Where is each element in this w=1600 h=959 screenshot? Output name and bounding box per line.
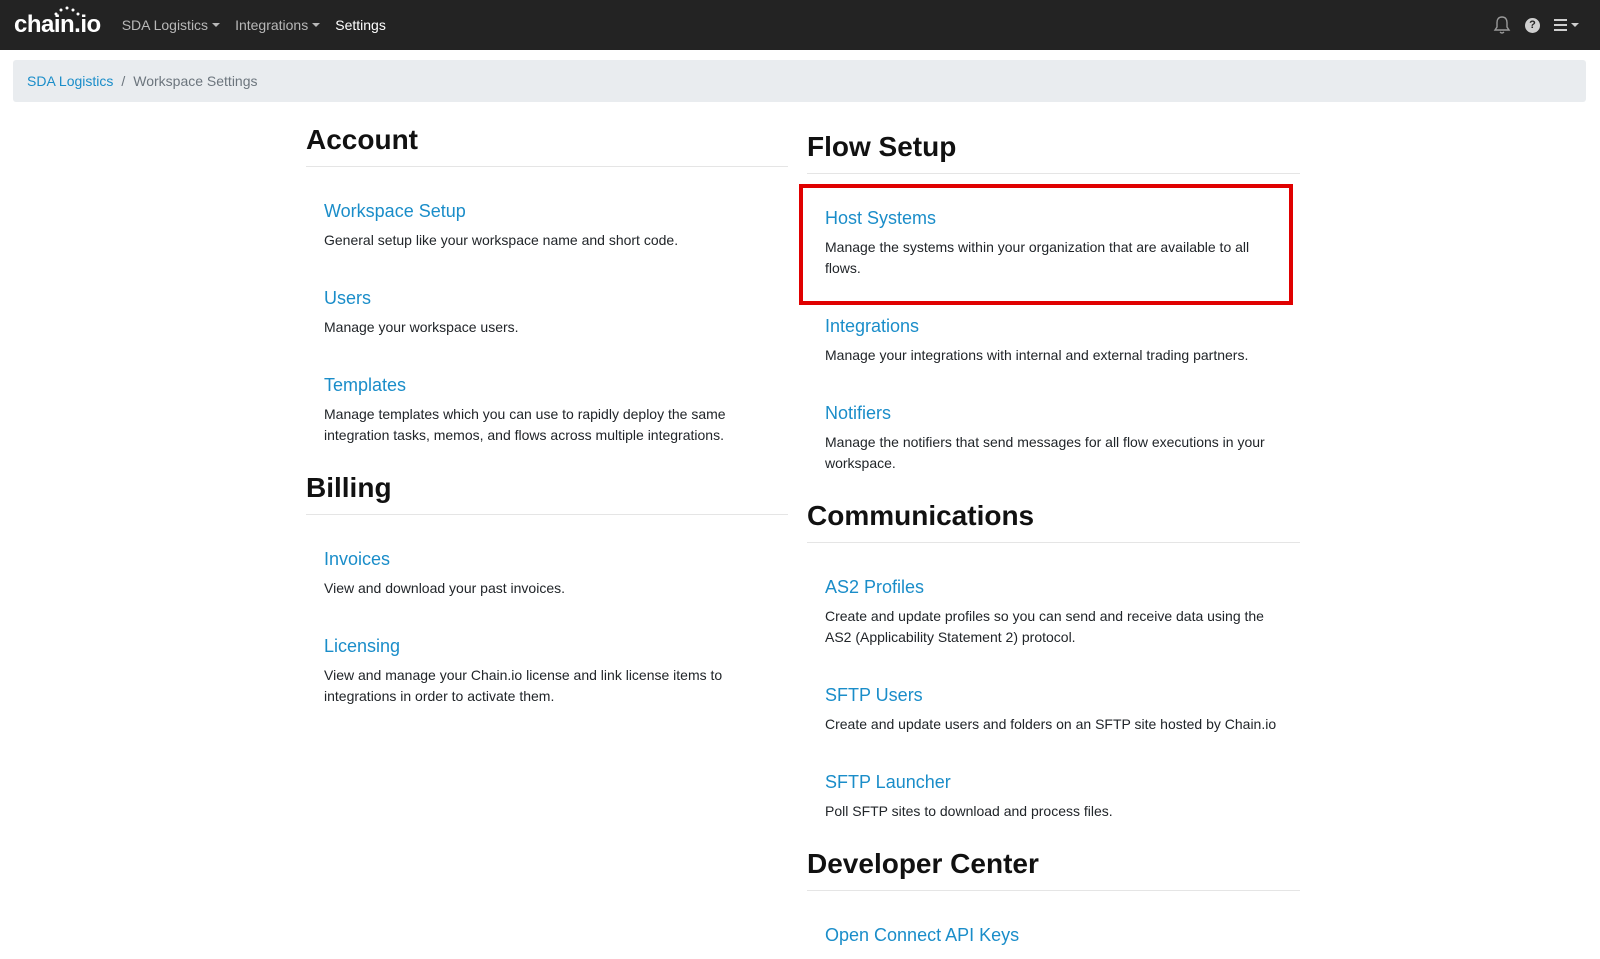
invoices-description: View and download your past invoices. bbox=[324, 580, 566, 596]
breadcrumb: SDA Logistics / Workspace Settings bbox=[13, 60, 1586, 102]
section-title-billing: Billing bbox=[306, 472, 788, 515]
nav-menu: SDA Logistics Integrations Settings bbox=[122, 17, 401, 33]
workspace-setup-description: General setup like your workspace name a… bbox=[324, 232, 679, 248]
templates-link[interactable]: Templates bbox=[324, 375, 770, 396]
breadcrumb-separator: / bbox=[121, 73, 126, 89]
sftp-users-link[interactable]: SFTP Users bbox=[825, 685, 1282, 706]
brand-logo[interactable]: chain.io bbox=[14, 6, 101, 37]
settings-item-notifiers: Notifiers Manage the notifiers that send… bbox=[807, 403, 1300, 474]
breadcrumb-workspace-link[interactable]: SDA Logistics bbox=[27, 73, 113, 89]
sftp-launcher-link[interactable]: SFTP Launcher bbox=[825, 772, 1282, 793]
integrations-description: Manage your integrations with internal a… bbox=[825, 347, 1249, 363]
section-title-account: Account bbox=[306, 124, 788, 167]
settings-item-as2-profiles: AS2 Profiles Create and update profiles … bbox=[807, 577, 1300, 648]
templates-description: Manage templates which you can use to ra… bbox=[324, 406, 726, 443]
notifiers-link[interactable]: Notifiers bbox=[825, 403, 1282, 424]
logo-dots-icon bbox=[54, 6, 80, 16]
help-icon[interactable]: ? bbox=[1525, 17, 1540, 33]
nav-workspace-label: SDA Logistics bbox=[121, 17, 209, 33]
sftp-launcher-description: Poll SFTP sites to download and process … bbox=[825, 803, 1113, 819]
nav-settings[interactable]: Settings bbox=[335, 17, 386, 33]
bell-icon[interactable] bbox=[1493, 15, 1511, 35]
breadcrumb-current: Workspace Settings bbox=[133, 73, 258, 89]
settings-item-integrations: Integrations Manage your integrations wi… bbox=[807, 316, 1300, 366]
settings-item-users: Users Manage your workspace users. bbox=[306, 288, 788, 338]
left-column: Account Workspace Setup General setup li… bbox=[306, 124, 788, 707]
section-title-communications: Communications bbox=[807, 500, 1300, 543]
users-link[interactable]: Users bbox=[324, 288, 770, 309]
settings-item-workspace-setup: Workspace Setup General setup like your … bbox=[306, 201, 788, 251]
as2-profiles-description: Create and update profiles so you can se… bbox=[825, 608, 1264, 645]
nav-settings-label: Settings bbox=[335, 17, 386, 33]
settings-item-open-connect-api-keys: Open Connect API Keys bbox=[807, 925, 1300, 946]
nav-right-icons: ? bbox=[1479, 0, 1580, 50]
settings-item-invoices: Invoices View and download your past inv… bbox=[306, 549, 788, 599]
nav-integrations-dropdown[interactable]: Integrations bbox=[235, 17, 321, 33]
hamburger-menu-icon[interactable] bbox=[1554, 18, 1580, 32]
top-navbar: chain.io SDA Logistics Integrations Sett… bbox=[0, 0, 1600, 50]
settings-item-sftp-launcher: SFTP Launcher Poll SFTP sites to downloa… bbox=[807, 772, 1300, 822]
integrations-link[interactable]: Integrations bbox=[825, 316, 1282, 337]
licensing-link[interactable]: Licensing bbox=[324, 636, 770, 657]
nav-integrations-label: Integrations bbox=[235, 17, 309, 33]
chevron-down-icon bbox=[312, 23, 321, 27]
open-connect-api-keys-link[interactable]: Open Connect API Keys bbox=[825, 925, 1282, 946]
section-title-developer-center: Developer Center bbox=[807, 848, 1300, 891]
users-description: Manage your workspace users. bbox=[324, 319, 519, 335]
licensing-description: View and manage your Chain.io license an… bbox=[324, 667, 723, 704]
notifiers-description: Manage the notifiers that send messages … bbox=[825, 434, 1265, 471]
sftp-users-description: Create and update users and folders on a… bbox=[825, 716, 1277, 732]
settings-item-templates: Templates Manage templates which you can… bbox=[306, 375, 788, 446]
workspace-setup-link[interactable]: Workspace Setup bbox=[324, 201, 770, 222]
nav-workspace-dropdown[interactable]: SDA Logistics bbox=[121, 17, 221, 33]
highlight-box bbox=[799, 184, 1293, 305]
settings-item-sftp-users: SFTP Users Create and update users and f… bbox=[807, 685, 1300, 735]
as2-profiles-link[interactable]: AS2 Profiles bbox=[825, 577, 1282, 598]
invoices-link[interactable]: Invoices bbox=[324, 549, 770, 570]
section-title-flow-setup: Flow Setup bbox=[807, 131, 1300, 174]
chevron-down-icon bbox=[212, 23, 221, 27]
settings-item-licensing: Licensing View and manage your Chain.io … bbox=[306, 636, 788, 707]
